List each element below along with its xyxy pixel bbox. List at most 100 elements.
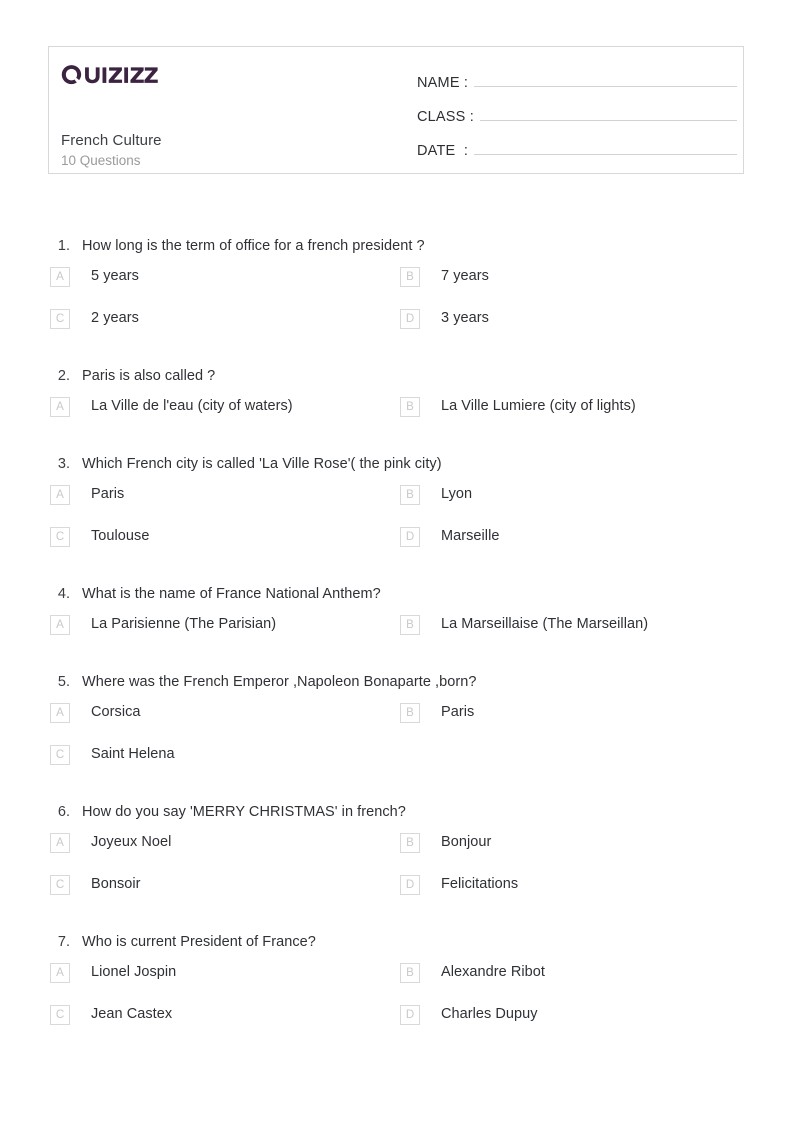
option-letter-box[interactable]: A <box>50 833 70 853</box>
question-row: 3. Which French city is called 'La Ville … <box>48 446 748 484</box>
option-text: Paris <box>441 704 475 720</box>
answer-option[interactable]: C Toulouse <box>48 526 398 568</box>
option-text: La Marseillaise (The Marseillan) <box>441 616 649 632</box>
question-number: 6. <box>57 804 70 820</box>
question-row: 7. Who is current President of France? <box>48 924 748 962</box>
question-number: 4. <box>57 586 70 602</box>
question-text: Which French city is called 'La Ville Ro… <box>82 456 442 472</box>
question-block: 3. Which French city is called 'La Ville … <box>48 446 748 568</box>
answer-options: A La Parisienne (The Parisian) B La Marseil… <box>48 614 748 656</box>
date-field-label: DATE : <box>417 143 469 159</box>
question-number: 5. <box>57 674 70 690</box>
option-letter-box[interactable]: D <box>400 309 420 329</box>
question-number: 7. <box>57 934 70 950</box>
option-text: Joyeux Noel <box>91 834 172 850</box>
answer-option[interactable]: D Marseille <box>398 526 748 568</box>
answer-option[interactable]: C 2 years <box>48 308 398 350</box>
option-letter-box[interactable]: C <box>50 875 70 895</box>
option-letter-box[interactable]: B <box>400 833 420 853</box>
option-letter-box[interactable]: A <box>50 963 70 983</box>
question-block: 2. Paris is also called ? A La Ville de l'e… <box>48 358 748 438</box>
answer-options: A Corsica B Paris C Saint Helena <box>48 702 748 786</box>
quizizz-logo <box>61 65 158 85</box>
option-text: Bonjour <box>441 834 492 850</box>
option-letter-box[interactable]: A <box>50 267 70 287</box>
answer-option[interactable]: B La Ville Lumiere (city of lights) <box>398 396 748 438</box>
option-letter-box[interactable]: D <box>400 1005 420 1025</box>
option-letter-box[interactable]: A <box>50 615 70 635</box>
answer-option[interactable]: B Bonjour <box>398 832 748 874</box>
option-letter-box[interactable]: B <box>400 267 420 287</box>
question-row: 2. Paris is also called ? <box>48 358 748 396</box>
option-text: Paris <box>91 486 125 502</box>
question-block: 6. How do you say 'MERRY CHRISTMAS' in fr… <box>48 794 748 916</box>
option-text: Alexandre Ribot <box>441 964 545 980</box>
option-text: Corsica <box>91 704 141 720</box>
date-field-input[interactable] <box>474 137 737 155</box>
header-left-column: French Culture 10 Questions <box>61 57 391 170</box>
answer-option[interactable]: D Felicitations <box>398 874 748 916</box>
name-field-row: NAME : <box>417 69 737 103</box>
option-text: Toulouse <box>91 528 150 544</box>
question-text: Where was the French Emperor ,Napoleon B… <box>82 674 477 690</box>
answer-option[interactable]: A Paris <box>48 484 398 526</box>
question-block: 1. How long is the term of office for a f… <box>48 228 748 350</box>
question-block: 4. What is the name of France National An… <box>48 576 748 656</box>
option-letter-box[interactable]: B <box>400 615 420 635</box>
answer-option[interactable]: A Lionel Jospin <box>48 962 398 1004</box>
option-letter-box[interactable]: B <box>400 963 420 983</box>
option-text: Felicitations <box>441 876 519 892</box>
option-letter-box[interactable]: A <box>50 485 70 505</box>
question-text: How long is the term of office for a fre… <box>82 238 425 254</box>
option-letter-box[interactable]: D <box>400 875 420 895</box>
option-letter-box[interactable]: C <box>50 745 70 765</box>
quiz-question-count: 10 Questions <box>61 153 141 168</box>
class-field-row: CLASS : <box>417 103 737 137</box>
option-letter-box[interactable]: C <box>50 1005 70 1025</box>
question-text: Paris is also called ? <box>82 368 216 384</box>
option-letter-box[interactable]: A <box>50 397 70 417</box>
option-letter-box[interactable]: C <box>50 309 70 329</box>
answer-option[interactable]: B 7 years <box>398 266 748 308</box>
option-text: La Parisienne (The Parisian) <box>91 616 277 632</box>
class-field-input[interactable] <box>480 103 737 121</box>
answer-option[interactable]: D 3 years <box>398 308 748 350</box>
option-text: Saint Helena <box>91 746 175 762</box>
answer-option[interactable]: B La Marseillaise (The Marseillan) <box>398 614 748 656</box>
option-text: Jean Castex <box>91 1006 173 1022</box>
answer-options: A Joyeux Noel B Bonjour C Bonsoir D Felicitatio… <box>48 832 748 916</box>
option-text: La Ville de l'eau (city of waters) <box>91 398 293 414</box>
answer-option[interactable]: B Lyon <box>398 484 748 526</box>
answer-option[interactable]: B Alexandre Ribot <box>398 962 748 1004</box>
question-row: 4. What is the name of France National An… <box>48 576 748 614</box>
option-text: 3 years <box>441 310 489 326</box>
answer-option[interactable]: C Bonsoir <box>48 874 398 916</box>
answer-option[interactable]: A La Parisienne (The Parisian) <box>48 614 398 656</box>
class-field-label: CLASS : <box>417 109 475 125</box>
answer-option[interactable]: A La Ville de l'eau (city of waters) <box>48 396 398 438</box>
question-row: 5. Where was the French Emperor ,Napoleon… <box>48 664 748 702</box>
option-letter-box[interactable]: B <box>400 703 420 723</box>
questions-list: 1. How long is the term of office for a f… <box>48 228 748 1054</box>
answer-options: A Lionel Jospin B Alexandre Ribot C Jean Cast… <box>48 962 748 1046</box>
option-letter-box[interactable]: B <box>400 485 420 505</box>
question-text: How do you say 'MERRY CHRISTMAS' in fren… <box>82 804 406 820</box>
question-number: 1. <box>57 238 70 254</box>
question-block: 7. Who is current President of France? A Li… <box>48 924 748 1046</box>
option-letter-box[interactable]: B <box>400 397 420 417</box>
option-text: 5 years <box>91 268 139 284</box>
answer-option[interactable]: C Saint Helena <box>48 744 398 786</box>
name-field-input[interactable] <box>474 69 737 87</box>
answer-option[interactable]: A Joyeux Noel <box>48 832 398 874</box>
answer-option[interactable]: B Paris <box>398 702 748 744</box>
option-letter-box[interactable]: A <box>50 703 70 723</box>
answer-option[interactable]: A 5 years <box>48 266 398 308</box>
option-text: Lyon <box>441 486 473 502</box>
option-letter-box[interactable]: D <box>400 527 420 547</box>
option-text: La Ville Lumiere (city of lights) <box>441 398 636 414</box>
date-field-row: DATE : <box>417 137 737 171</box>
answer-option[interactable]: C Jean Castex <box>48 1004 398 1046</box>
option-letter-box[interactable]: C <box>50 527 70 547</box>
answer-option[interactable]: D Charles Dupuy <box>398 1004 748 1046</box>
answer-option[interactable]: A Corsica <box>48 702 398 744</box>
